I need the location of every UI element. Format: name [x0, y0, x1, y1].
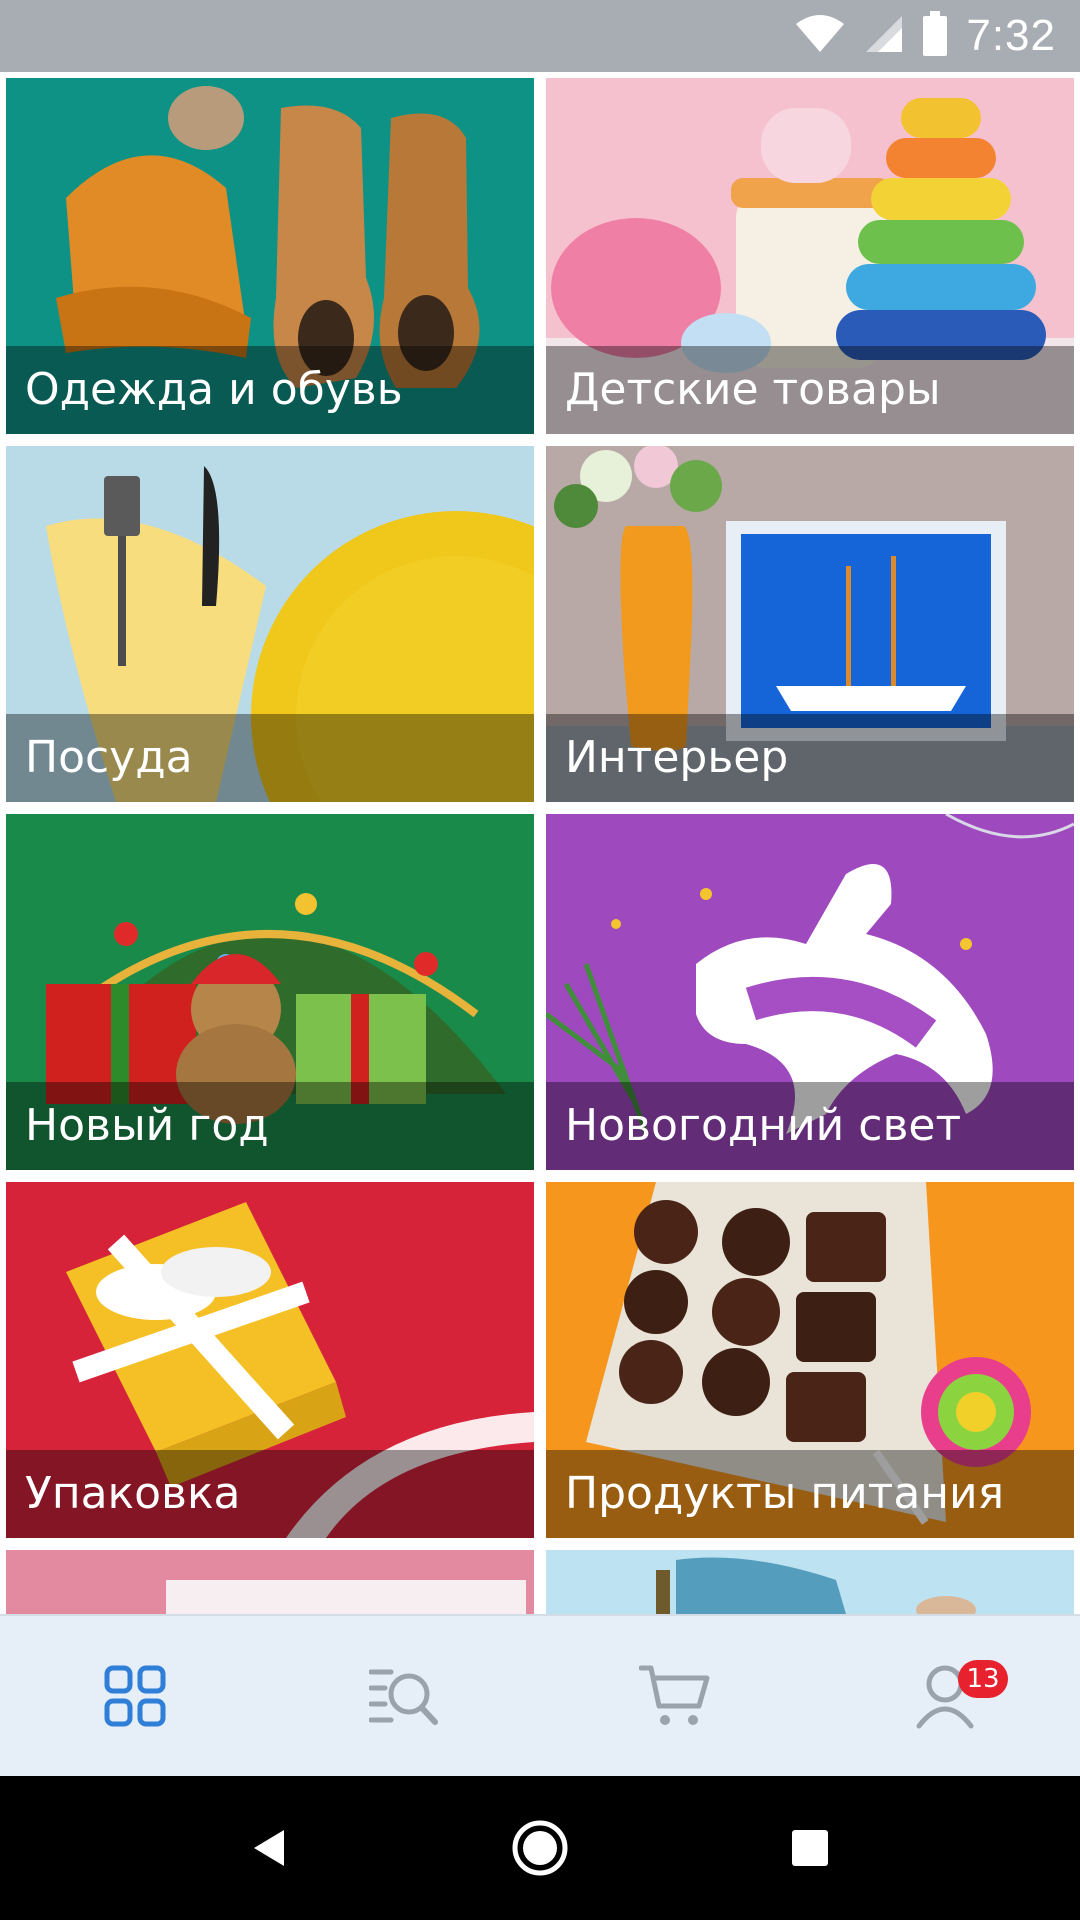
status-time: 7:32	[966, 11, 1056, 60]
catalog-grid-icon	[104, 1665, 166, 1727]
category-label: Упаковка	[6, 1450, 534, 1538]
status-icons: 7:32	[794, 0, 1056, 72]
category-label: Новогодний свет	[546, 1082, 1074, 1170]
category-tile-new-year[interactable]: Новый год	[6, 814, 534, 1170]
category-tile-clothes[interactable]: Одежда и обувь	[6, 78, 534, 434]
category-label: Детские товары	[546, 346, 1074, 434]
nav-profile[interactable]: 13	[810, 1616, 1080, 1776]
bottom-navigation: 13	[0, 1614, 1080, 1776]
system-back-button[interactable]	[210, 1776, 330, 1920]
system-home-button[interactable]	[480, 1776, 600, 1920]
system-navigation-bar	[0, 1776, 1080, 1920]
category-tile-partial-left[interactable]	[6, 1550, 534, 1614]
cart-icon	[639, 1665, 710, 1725]
category-tile-new-year-lights[interactable]: Новогодний свет	[546, 814, 1074, 1170]
category-label: Новый год	[6, 1082, 534, 1170]
category-tile-interior[interactable]: Интерьер	[546, 446, 1074, 802]
nav-cart[interactable]	[540, 1616, 810, 1776]
category-label: Посуда	[6, 714, 534, 802]
notification-badge: 13	[958, 1660, 1008, 1698]
back-icon	[254, 1830, 284, 1866]
category-tile-partial-right[interactable]	[546, 1550, 1074, 1614]
category-tile-tableware[interactable]: Посуда	[6, 446, 534, 802]
nav-catalog[interactable]	[0, 1616, 270, 1776]
wifi-icon	[794, 14, 846, 58]
partial-category-image	[6, 1550, 534, 1614]
home-icon	[512, 1820, 568, 1876]
category-tile-food[interactable]: Продукты питания	[546, 1182, 1074, 1538]
category-label: Одежда и обувь	[6, 346, 534, 434]
category-tile-kids[interactable]: Детские товары	[546, 78, 1074, 434]
category-label: Интерьер	[546, 714, 1074, 802]
nav-search[interactable]	[270, 1616, 540, 1776]
category-grid: Одежда и обувь Детские товары Посуда Инт…	[6, 78, 1074, 1614]
partial-category-image	[546, 1550, 1074, 1614]
system-recents-button[interactable]	[750, 1776, 870, 1920]
search-list-icon	[369, 1669, 438, 1725]
category-label: Продукты питания	[546, 1450, 1074, 1538]
recents-icon	[792, 1830, 828, 1866]
status-bar: 7:32	[0, 0, 1080, 72]
battery-icon	[922, 11, 948, 61]
category-tile-packaging[interactable]: Упаковка	[6, 1182, 534, 1538]
cell-signal-icon	[864, 14, 904, 58]
